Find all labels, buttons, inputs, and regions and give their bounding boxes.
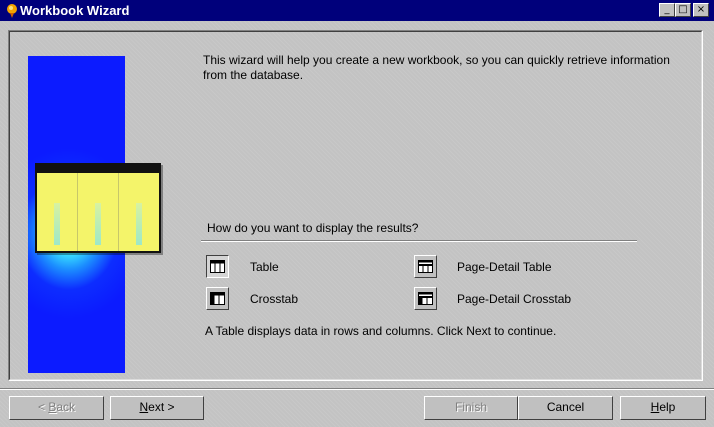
option-description: A Table displays data in rows and column… bbox=[205, 324, 557, 338]
back-button[interactable]: < Back bbox=[9, 396, 104, 420]
crosstab-icon bbox=[210, 292, 225, 305]
table-option-label[interactable]: Table bbox=[250, 260, 279, 274]
button-bar-divider bbox=[0, 388, 714, 390]
page-detail-table-option-label[interactable]: Page-Detail Table bbox=[457, 260, 552, 274]
minimize-button[interactable]: _ bbox=[659, 3, 675, 17]
crosstab-option-label[interactable]: Crosstab bbox=[250, 292, 298, 306]
page-detail-table-icon bbox=[418, 260, 433, 273]
page-detail-crosstab-option-button[interactable] bbox=[414, 287, 437, 310]
next-button[interactable]: Next > bbox=[110, 396, 204, 420]
display-question: How do you want to display the results? bbox=[207, 221, 419, 235]
maximize-button[interactable]: □ bbox=[675, 3, 691, 17]
back-button-prefix: < bbox=[37, 400, 49, 414]
finish-button[interactable]: Finish bbox=[424, 396, 518, 420]
page-detail-crosstab-icon bbox=[418, 292, 433, 305]
page-detail-crosstab-option-label[interactable]: Page-Detail Crosstab bbox=[457, 292, 571, 306]
table-sheet-illustration-icon bbox=[35, 163, 161, 253]
next-button-suffix: ext > bbox=[148, 400, 175, 414]
wizard-intro-text: This wizard will help you create a new w… bbox=[203, 53, 670, 82]
question-divider bbox=[201, 240, 637, 242]
close-button[interactable]: × bbox=[693, 3, 709, 17]
help-button[interactable]: Help bbox=[620, 396, 706, 420]
discoverer-app-icon bbox=[4, 3, 20, 19]
crosstab-option-button[interactable] bbox=[206, 287, 229, 310]
table-option-button[interactable] bbox=[206, 255, 229, 278]
cancel-button[interactable]: Cancel bbox=[518, 396, 613, 420]
next-button-mnemonic: N bbox=[139, 400, 149, 414]
back-button-suffix: ack bbox=[56, 400, 76, 414]
title-bar[interactable]: Workbook Wizard _ □ × bbox=[0, 0, 714, 21]
table-icon bbox=[210, 260, 225, 273]
help-button-suffix: elp bbox=[659, 400, 676, 414]
page-detail-table-option-button[interactable] bbox=[414, 255, 437, 278]
window-title: Workbook Wizard bbox=[20, 3, 130, 18]
